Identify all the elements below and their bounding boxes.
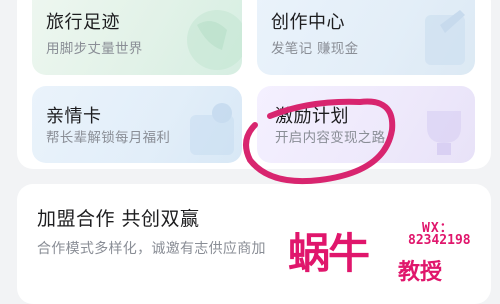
watermark-brand-large: 蜗牛 [288,229,370,278]
watermark-brand-small: 教授 [398,260,443,285]
watermark-wx-number: 82342198 [408,233,471,248]
